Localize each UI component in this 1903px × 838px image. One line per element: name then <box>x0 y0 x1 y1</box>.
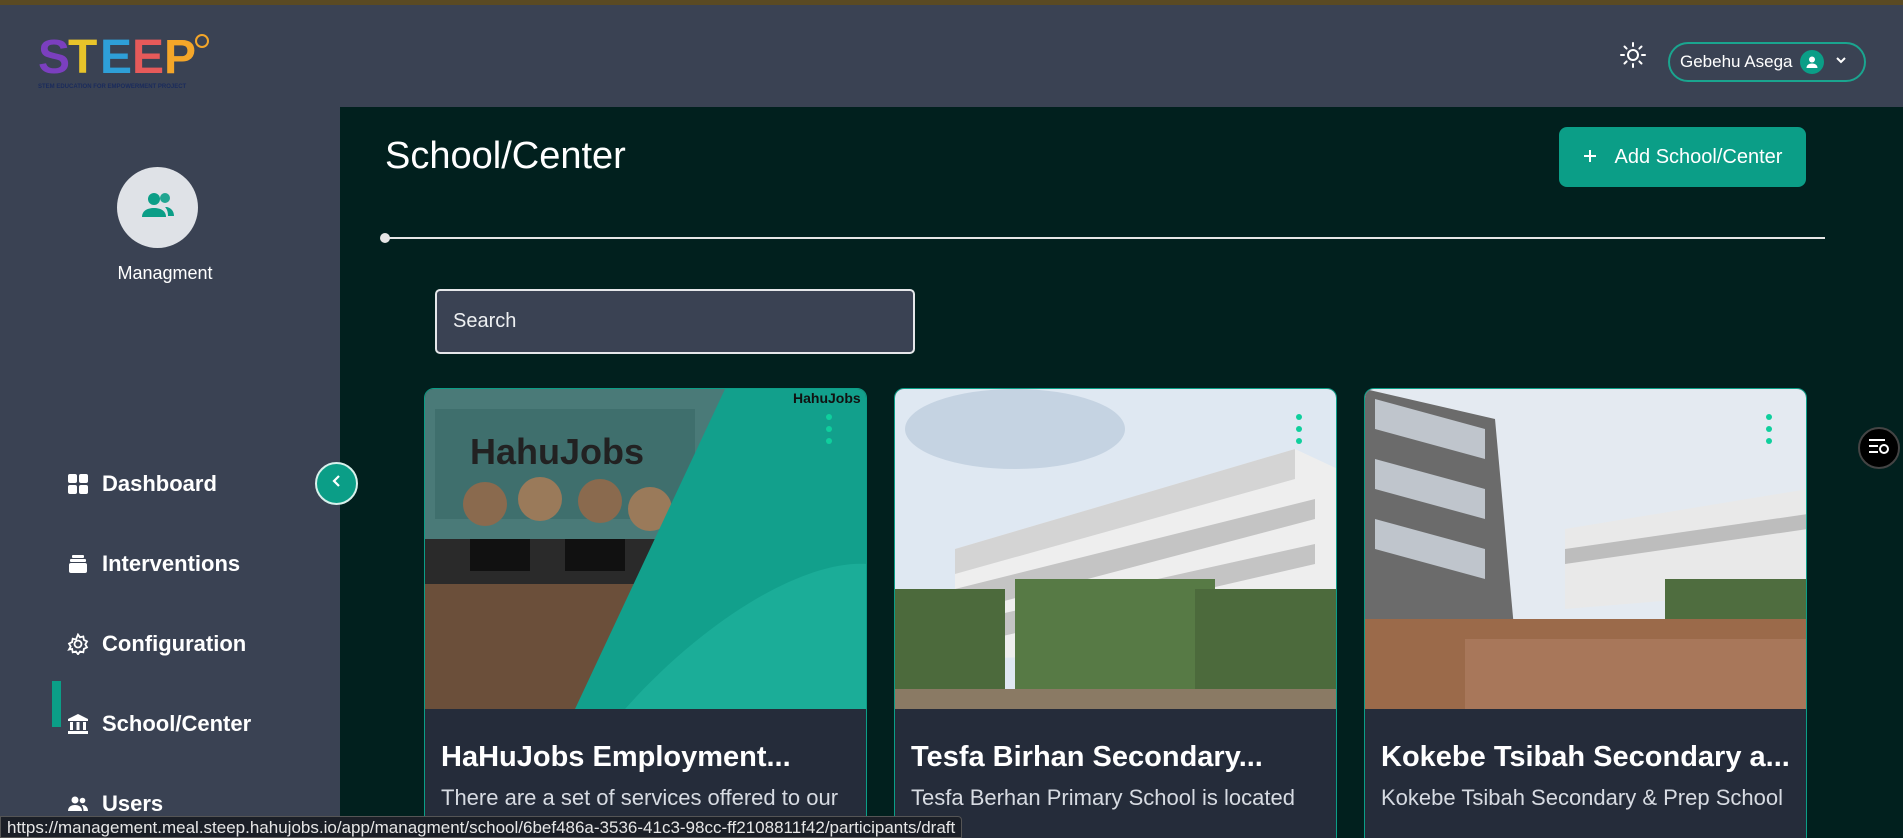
sidebar-item-label: School/Center <box>102 711 252 736</box>
svg-text:S: S <box>38 31 70 84</box>
active-indicator <box>52 681 61 727</box>
svg-text:T: T <box>68 31 97 84</box>
sidebar-item-label: Dashboard <box>102 471 217 496</box>
sidebar-item-label: Configuration <box>102 631 247 656</box>
role-label: Managment <box>117 263 213 283</box>
sun-icon <box>1620 41 1646 73</box>
sidebar-item-dashboard[interactable]: Dashboard <box>66 464 217 504</box>
logo-tagline: STEM EDUCATION FOR EMPOWERMENT PROJECT <box>38 84 187 90</box>
sidebar-item-label: Interventions <box>102 551 241 576</box>
link-status-bar: https://management.meal.steep.hahujobs.i… <box>0 816 963 838</box>
sidebar-item-configuration[interactable]: Configuration <box>66 624 246 664</box>
school-image: HahuJobs HahuJobs <box>425 389 866 709</box>
sidebar-item-interventions[interactable]: Interventions <box>66 544 240 584</box>
image-badge: HahuJobs <box>793 390 861 406</box>
filter-list-icon <box>1868 438 1890 459</box>
building-icon <box>66 712 90 736</box>
user-circle-icon <box>1800 50 1825 74</box>
theme-toggle-button[interactable] <box>1617 41 1649 73</box>
page-title: School/Center <box>385 135 626 177</box>
plus-icon <box>1583 146 1597 169</box>
school-card[interactable]: Kokebe Tsibah Secondary a... Kokebe Tsib… <box>1364 388 1807 838</box>
add-button-label: Add School/Center <box>1614 145 1783 168</box>
chevron-down-icon <box>1834 52 1848 72</box>
dashboard-icon <box>66 472 90 496</box>
main-content: School/Center Add School/Center Hah <box>340 107 1903 838</box>
school-card[interactable]: HahuJobs HahuJobs HaHuJobs Employment...… <box>424 388 867 838</box>
users-icon <box>141 190 175 225</box>
progress-track <box>385 237 1825 239</box>
sidebar: Managment Dashboard Interventions Config… <box>0 107 340 838</box>
user-name: Gebehu Asega <box>1680 52 1793 71</box>
stack-icon <box>66 552 90 576</box>
gear-icon <box>66 632 90 656</box>
sidebar-collapse-button[interactable] <box>315 462 358 505</box>
add-school-center-button[interactable]: Add School/Center <box>1559 127 1806 187</box>
card-description: There are a set of services offered to o… <box>441 785 839 810</box>
filter-fab-button[interactable] <box>1858 427 1900 469</box>
search-input[interactable] <box>435 289 915 354</box>
svg-text:E: E <box>132 31 164 84</box>
card-description: Tesfa Berhan Primary School is located <box>911 785 1295 810</box>
top-header: S T E E P STEM EDUCATION FOR EMPOWERMENT… <box>0 5 1903 107</box>
card-description: Kokebe Tsibah Secondary & Prep School <box>1381 785 1783 810</box>
svg-text:E: E <box>100 31 132 84</box>
sidebar-item-school-center[interactable]: School/Center <box>66 704 251 744</box>
svg-text:P: P <box>164 31 196 84</box>
card-more-menu-button[interactable] <box>1762 414 1776 444</box>
school-card[interactable]: Tesfa Birhan Secondary... Tesfa Berhan P… <box>894 388 1337 838</box>
user-menu-button[interactable]: Gebehu Asega <box>1668 42 1866 82</box>
steep-logo[interactable]: S T E E P STEM EDUCATION FOR EMPOWERMENT… <box>38 27 218 95</box>
card-title[interactable]: Tesfa Birhan Secondary... <box>911 741 1321 774</box>
school-image <box>1365 389 1806 709</box>
card-more-menu-button[interactable] <box>1292 414 1306 444</box>
role-avatar <box>117 167 198 248</box>
image-text: HahuJobs <box>470 431 644 472</box>
card-more-menu-button[interactable] <box>822 414 836 444</box>
progress-knob <box>380 233 390 243</box>
users-icon <box>66 792 90 816</box>
school-image <box>895 389 1336 709</box>
chevron-left-icon <box>330 474 344 493</box>
card-title[interactable]: Kokebe Tsibah Secondary a... <box>1381 741 1791 774</box>
card-title[interactable]: HaHuJobs Employment... <box>441 741 851 774</box>
sidebar-item-label: Users <box>102 791 164 816</box>
